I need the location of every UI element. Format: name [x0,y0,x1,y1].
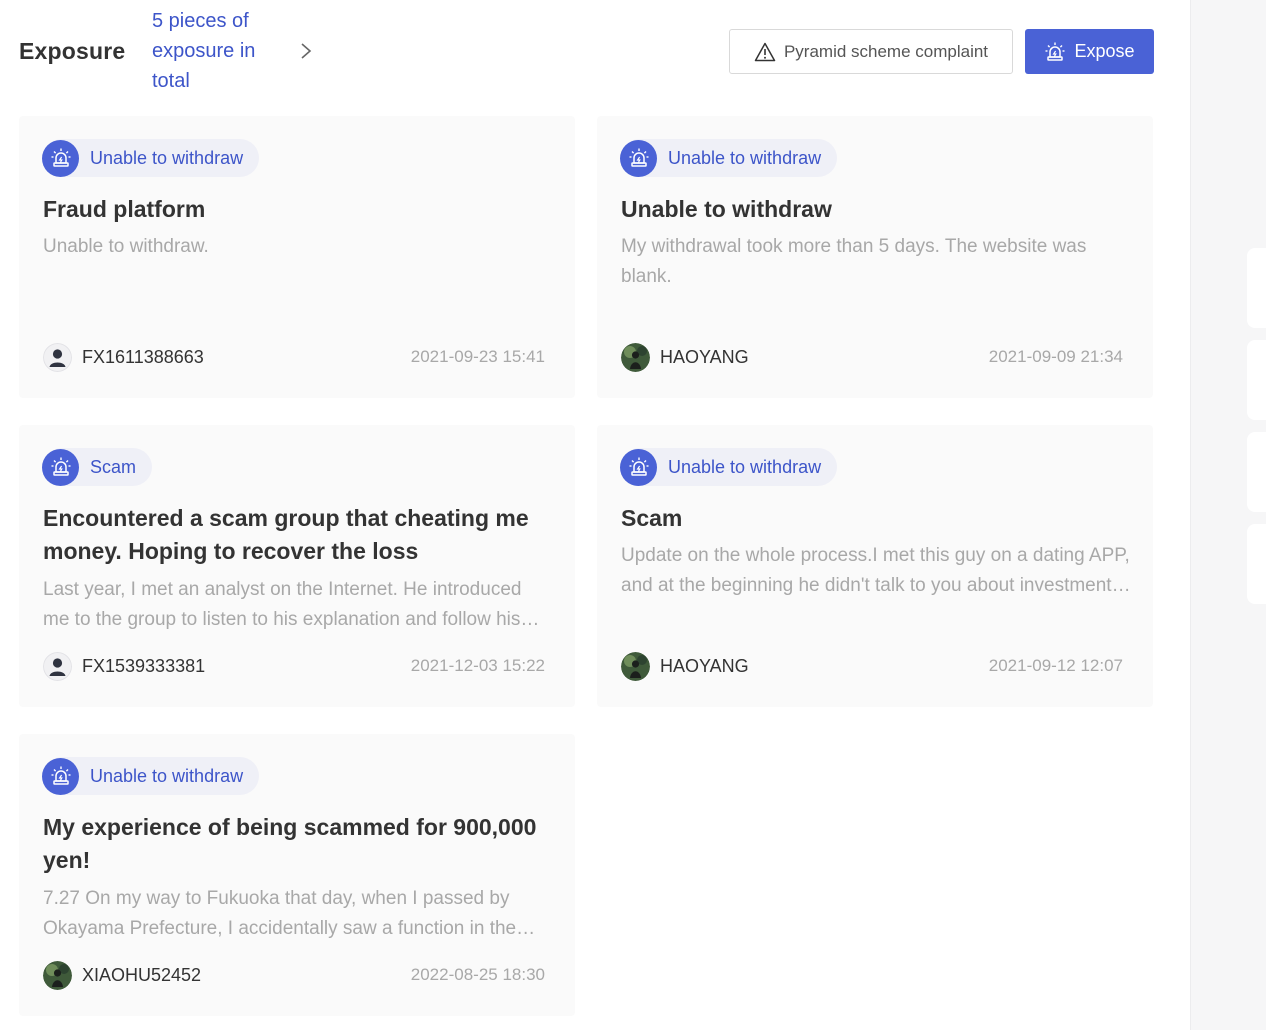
author-name: HAOYANG [660,346,749,367]
category-tag: Unable to withdraw [620,448,838,486]
exposure-count-link[interactable]: 5 pieces of exposure in total [152,6,292,96]
alarm-light-icon [51,148,70,167]
expose-label: Expose [1074,41,1135,61]
card-description: Unable to withdraw. [43,236,209,257]
avatar [43,651,72,681]
alarm-light-icon [629,148,648,167]
post-date: 2021-09-12 12:07 [988,656,1123,675]
page-title: Exposure [19,38,126,64]
category-label: Unable to withdraw [668,456,822,477]
category-tag: Unable to withdraw [42,139,260,177]
alarm-badge [620,448,657,486]
exposure-card[interactable]: Unable to withdraw Scam Update on the whol… [597,425,1153,707]
card-title: Unable to withdraw [621,196,832,222]
expose-button[interactable]: Expose [1025,29,1154,74]
complaint-label: Pyramid scheme complaint [783,41,989,61]
pyramid-scheme-complaint-button[interactable]: Pyramid scheme complaint [729,29,1013,74]
alarm-badge [42,757,79,795]
card-footer: HAOYANG 2021-09-09 21:34 [621,342,1123,372]
exposure-card[interactable]: Unable to withdraw Unable to withdraw My w… [597,116,1153,398]
category-tag: Unable to withdraw [620,139,838,177]
card-footer: FX1611388663 2021-09-23 15:41 [43,342,545,372]
post-date: 2022-08-25 18:30 [410,965,545,984]
category-label: Unable to withdraw [90,147,244,168]
chevron-right-icon[interactable] [297,41,315,61]
card-description: 7.27 On my way to Fukuoka that day, when… [43,888,517,939]
card-title: Fraud platform [43,196,206,222]
avatar [43,960,72,990]
avatar [621,342,650,372]
exposure-card[interactable]: Scam Encountered a scam group that cheati… [19,425,575,707]
author-name: XIAOHU52452 [82,964,202,985]
category-tag: Unable to withdraw [42,757,260,795]
card-title: My experience of being scammed for 900,0… [43,814,537,873]
post-date: 2021-12-03 15:22 [410,656,545,675]
avatar [621,651,650,681]
category-label: Unable to withdraw [90,765,244,786]
card-description: Update on the whole process.I met this g… [621,545,1130,596]
category-label: Scam [90,456,137,477]
author-name: HAOYANG [660,655,749,676]
avatar [43,342,72,372]
card-title: Scam [621,505,683,531]
exposure-panel: Exposure 5 pieces of exposure in total P… [0,0,1190,1030]
author-name: FX1539333381 [82,655,206,676]
exposure-header: Exposure 5 pieces of exposure in total P… [0,0,1190,104]
post-date: 2021-09-23 15:41 [410,347,545,366]
alarm-badge [42,139,79,177]
exposure-card[interactable]: Unable to withdraw Fraud platform Unable t… [19,116,575,398]
alarm-badge [42,448,79,486]
right-side-panel [1190,0,1266,1030]
warning-icon [754,42,776,61]
alarm-light-icon [51,766,70,785]
side-tab[interactable] [1247,524,1266,604]
author-name: FX1611388663 [82,346,204,367]
post-date: 2021-09-09 21:34 [988,347,1123,366]
alarm-badge [620,139,657,177]
side-tab[interactable] [1247,248,1266,328]
exposure-card[interactable]: Unable to withdraw My experience of being… [19,734,575,1016]
category-label: Unable to withdraw [668,147,822,168]
side-tab[interactable] [1247,340,1266,420]
card-footer: XIAOHU52452 2022-08-25 18:30 [43,960,545,990]
category-tag: Scam [42,448,153,486]
card-footer: HAOYANG 2021-09-12 12:07 [621,651,1123,681]
card-description: Last year, I met an analyst on the Inter… [43,579,522,630]
alarm-light-icon [1045,42,1065,61]
side-tab[interactable] [1247,432,1266,512]
card-title: Encountered a scam group that cheating m… [43,505,529,564]
alarm-light-icon [51,457,70,476]
card-description: My withdrawal took more than 5 days. The… [621,236,1087,287]
alarm-light-icon [629,457,648,476]
card-footer: FX1539333381 2021-12-03 15:22 [43,651,545,681]
